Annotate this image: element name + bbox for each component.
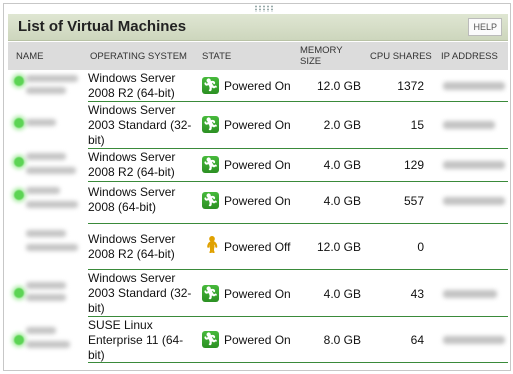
table-row[interactable]: Windows Server 2008 (64-bit) 🏃︎ Powered … bbox=[8, 182, 508, 223]
table-row[interactable]: Windows Server 2008 R2 (64-bit) 🏃︎ Power… bbox=[8, 149, 508, 181]
column-header-name[interactable]: NAME bbox=[16, 51, 43, 62]
vm-name-line2 bbox=[26, 244, 78, 251]
state-label: Powered On bbox=[224, 79, 291, 93]
os-cell: Windows Server 2008 R2 (64-bit) bbox=[88, 150, 176, 179]
vm-name-line2 bbox=[26, 294, 66, 301]
table-row[interactable]: Windows Server 2003 Standard (32-bit) 🏃︎… bbox=[8, 270, 508, 316]
os-cell: Windows Server 2008 (64-bit) bbox=[88, 185, 176, 214]
vm-list-panel: List of Virtual Machines HELP NAME OPERA… bbox=[3, 3, 511, 371]
os-cell: Windows Server 2003 Standard (32-bit) bbox=[88, 271, 192, 315]
memory-cell: 12.0 GB bbox=[316, 240, 361, 254]
cpu-shares-cell: 129 bbox=[403, 158, 424, 172]
ip-address-cell bbox=[443, 290, 497, 298]
vm-name-line2 bbox=[26, 87, 66, 94]
memory-cell: 4.0 GB bbox=[323, 287, 361, 301]
ip-address-cell bbox=[443, 121, 495, 129]
vm-name-cell[interactable] bbox=[8, 102, 86, 148]
running-man-icon: 🏃︎ bbox=[202, 156, 219, 173]
vm-name-cell[interactable] bbox=[8, 270, 86, 316]
state-label: Powered On bbox=[224, 118, 291, 132]
cpu-shares-cell: 64 bbox=[410, 333, 424, 347]
panel-title: List of Virtual Machines bbox=[18, 18, 187, 35]
state-label: Powered Off bbox=[224, 240, 291, 254]
vm-name-cell[interactable] bbox=[8, 182, 86, 223]
vm-name[interactable] bbox=[26, 187, 60, 194]
vm-status-dot-icon bbox=[14, 190, 24, 200]
cpu-shares-cell: 0 bbox=[417, 240, 424, 254]
memory-cell: 2.0 GB bbox=[323, 118, 361, 132]
os-cell: Windows Server 2003 Standard (32-bit) bbox=[88, 103, 192, 147]
drag-handle-icon[interactable] bbox=[254, 5, 274, 12]
table-row[interactable]: SUSE Linux Enterprise 11 (64-bit) 🏃︎ Pow… bbox=[8, 317, 508, 362]
state-label: Powered On bbox=[224, 333, 291, 347]
vm-name[interactable] bbox=[26, 230, 66, 237]
column-header-os[interactable]: OPERATING SYSTEM bbox=[90, 51, 187, 62]
cpu-shares-cell: 43 bbox=[410, 287, 424, 301]
os-cell: SUSE Linux Enterprise 11 (64-bit) bbox=[88, 318, 184, 362]
memory-cell: 12.0 GB bbox=[316, 79, 361, 93]
column-header-memory[interactable]: MEMORY SIZE bbox=[300, 45, 352, 67]
os-cell: Windows Server 2008 R2 (64-bit) bbox=[88, 232, 176, 261]
memory-cell: 4.0 GB bbox=[323, 158, 361, 172]
state-label: Powered On bbox=[224, 158, 291, 172]
vm-status-dot-icon bbox=[14, 157, 24, 167]
vm-status-dot-icon bbox=[14, 76, 24, 86]
ip-address-cell bbox=[443, 197, 505, 205]
running-man-icon: 🏃︎ bbox=[202, 331, 219, 348]
running-man-icon: 🏃︎ bbox=[202, 77, 219, 94]
table-row[interactable]: Windows Server 2008 R2 (64-bit) 🏃︎ Power… bbox=[8, 70, 508, 101]
memory-cell: 8.0 GB bbox=[323, 333, 361, 347]
ip-address-cell bbox=[443, 82, 505, 90]
ip-address-cell bbox=[443, 336, 505, 344]
vm-status-dot-icon bbox=[14, 335, 24, 345]
row-divider bbox=[88, 362, 508, 363]
state-label: Powered On bbox=[224, 194, 291, 208]
state-label: Powered On bbox=[224, 287, 291, 301]
vm-name[interactable] bbox=[26, 153, 66, 160]
vm-name[interactable] bbox=[26, 327, 56, 334]
column-header-state[interactable]: STATE bbox=[202, 51, 231, 62]
panel-header: List of Virtual Machines HELP bbox=[8, 14, 508, 41]
table-row[interactable]: Windows Server 2003 Standard (32-bit) 🏃︎… bbox=[8, 102, 508, 148]
vm-name-line2 bbox=[26, 201, 78, 208]
vm-name[interactable] bbox=[26, 282, 66, 289]
standing-man-icon: 🧍︎ bbox=[202, 237, 223, 254]
cpu-shares-cell: 557 bbox=[403, 194, 424, 208]
vm-name-line2 bbox=[26, 341, 70, 348]
os-cell: Windows Server 2008 R2 (64-bit) bbox=[88, 71, 176, 100]
column-headers: NAME OPERATING SYSTEM STATE MEMORY SIZE … bbox=[8, 42, 508, 70]
ip-address-cell bbox=[443, 161, 505, 169]
table-row[interactable]: Windows Server 2008 R2 (64-bit) 🧍︎ Power… bbox=[8, 224, 508, 269]
vm-name-cell[interactable] bbox=[8, 317, 86, 362]
vm-status-dot-icon bbox=[14, 118, 24, 128]
cpu-shares-cell: 15 bbox=[410, 118, 424, 132]
running-man-icon: 🏃︎ bbox=[202, 192, 219, 209]
cpu-shares-cell: 1372 bbox=[397, 79, 424, 93]
vm-status-dot-icon bbox=[14, 288, 24, 298]
running-man-icon: 🏃︎ bbox=[202, 285, 219, 302]
vm-name-cell[interactable] bbox=[8, 224, 86, 269]
vm-name[interactable] bbox=[26, 75, 78, 82]
column-header-cpu[interactable]: CPU SHARES bbox=[370, 51, 432, 62]
vm-name-cell[interactable] bbox=[8, 70, 86, 101]
memory-cell: 4.0 GB bbox=[323, 194, 361, 208]
running-man-icon: 🏃︎ bbox=[202, 116, 219, 133]
vm-name[interactable] bbox=[26, 119, 56, 126]
column-header-ip[interactable]: IP ADDRESS bbox=[441, 51, 498, 62]
help-button[interactable]: HELP bbox=[468, 18, 502, 36]
vm-name-cell[interactable] bbox=[8, 149, 86, 181]
vm-name-line2 bbox=[26, 167, 76, 174]
